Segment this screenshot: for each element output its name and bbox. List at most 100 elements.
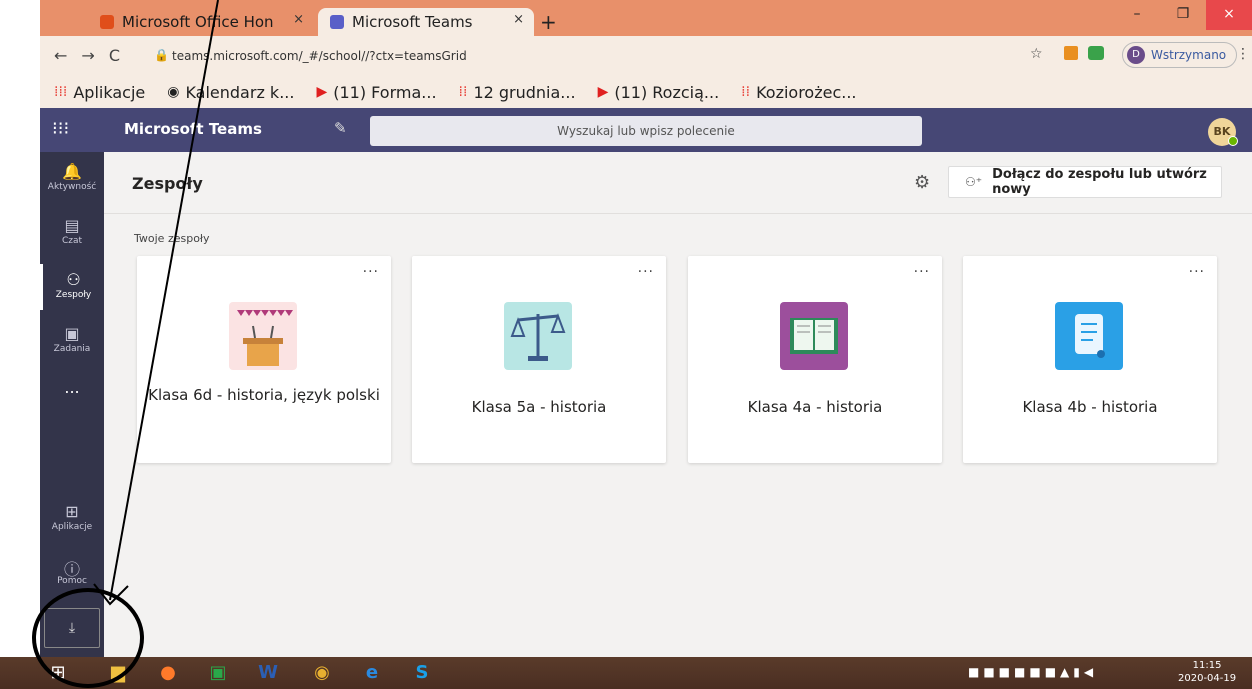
bookmark-label: (11) Rozcią... [614,82,720,102]
rail-label: Czat [61,236,83,246]
rail-more-button[interactable]: ... [40,378,104,397]
teams-icon [330,15,344,29]
main-content: Zespoły ⚙ ⚇⁺ Dołącz do zespołu lub utwór… [104,152,1252,657]
bookmark-forma[interactable]: ▶ (11) Forma... [316,83,436,102]
team-name: Klasa 5a - historia [471,398,607,416]
download-app-button[interactable]: ⤓ [44,608,100,648]
team-name: Klasa 4b - historia [1022,398,1158,416]
join-button-label: Dołącz do zespołu lub utwórz nowy [992,167,1207,197]
tab-teams[interactable]: Microsoft Teams × [318,8,534,36]
bell-icon: 🔔 [62,162,82,181]
team-tile-scales-icon [504,302,572,370]
left-rail: 🔔 Aktywność ▤ Czat ⚇ Zespoły ▣ Zadania .… [40,152,104,657]
bookmark-rozcia[interactable]: ▶ (11) Rozcią... [598,83,720,102]
team-card[interactable]: ··· Klasa 6d - historia, język polski [137,256,391,463]
start-button-icon[interactable]: ⊞ [36,657,80,689]
search-input[interactable]: Wyszukaj lub wpisz polecenie [370,116,922,146]
team-name: Klasa 4a - historia [747,398,883,416]
gear-icon[interactable]: ⚙ [914,172,930,193]
youtube-icon: ▶ [597,84,609,100]
app-title: Microsoft Teams [124,120,262,138]
join-team-button[interactable]: ⚇⁺ Dołącz do zespołu lub utwórz nowy [948,166,1222,198]
rail-label: Pomoc [57,576,87,586]
bookmark-koziorozec[interactable]: ⁞⁞ Koziorożec... [741,83,856,102]
status-dot-icon [1228,136,1238,146]
team-tile-book-icon [780,302,848,370]
nav-buttons[interactable]: ←→C [54,46,134,65]
profile-label: Wstrzymano [1151,48,1227,62]
download-icon: ⤓ [68,620,76,636]
team-card[interactable]: ··· Klasa 4b - historia [963,256,1217,463]
close-window-button[interactable]: × [1206,0,1252,30]
new-tab-button[interactable]: + [540,10,557,34]
rail-item-teams[interactable]: ⚇ Zespoły [40,264,104,310]
rail-label: Aplikacje [51,522,93,532]
compose-icon[interactable]: ✎ [334,119,347,137]
more-options-icon[interactable]: ··· [914,264,930,280]
browser-menu-icon[interactable]: ⋮ [1236,46,1250,62]
address-row: ←→C 🔒 teams.microsoft.com/_#/school//?ct… [40,36,1252,76]
page-title: Zespoły [132,174,203,193]
teams-icon: ⚇ [66,270,81,289]
more-options-icon[interactable]: ··· [1189,264,1205,280]
clock-date: 2020-04-19 [1178,673,1237,684]
clock[interactable]: 11:15 2020-04-19 [1178,659,1236,685]
bookmark-star-icon[interactable]: ☆ [1030,46,1043,62]
rail-item-activity[interactable]: 🔔 Aktywność [40,162,104,192]
rail-item-chat[interactable]: ▤ Czat [40,216,104,246]
tab-title: Microsoft Office Hon [122,13,274,31]
maximize-button[interactable]: ❐ [1160,0,1206,30]
close-tab-icon[interactable]: × [513,12,524,27]
rail-label: Zespoły [55,290,92,300]
extension-icon[interactable] [1064,46,1078,60]
bookmark-label: (11) Forma... [333,82,437,102]
teams-header: ⁝⁝⁝ Microsoft Teams ✎ Wyszukaj lub wpisz… [40,108,1252,152]
skype-icon[interactable]: S [400,657,444,689]
rail-item-help[interactable]: ⓘ Pomoc [40,556,104,586]
bookmarks-bar: ⁞⁞⁞ Aplikacje ◉ Kalendarz k... ▶ (11) Forma… [40,76,1252,108]
bookmark-kalendarz[interactable]: ◉ Kalendarz k... [167,83,294,102]
help-icon: ⓘ [63,560,80,579]
tab-office[interactable]: Microsoft Office Hon × [88,8,314,36]
firefox-icon[interactable]: ● [146,657,190,689]
minimize-button[interactable]: – [1114,0,1160,30]
ie-icon[interactable]: e [350,657,394,689]
extension-icon[interactable] [1088,46,1104,60]
dots-icon: ⁞⁞ [741,84,751,100]
system-tray[interactable]: ■■■■■■▲▮◀ [968,665,1097,679]
team-tile-podium-icon [229,302,297,370]
bookmark-label: Aplikacje [73,82,146,102]
app-launcher-icon[interactable]: ⁝⁝⁝ [52,118,69,139]
more-options-icon[interactable]: ··· [363,264,379,280]
profile-avatar: D [1127,46,1145,64]
close-tab-icon[interactable]: × [293,12,304,27]
more-options-icon[interactable]: ··· [638,264,654,280]
omnibox[interactable]: 🔒 teams.microsoft.com/_#/school//?ctx=te… [140,42,1010,70]
lock-icon: 🔒 [154,48,169,62]
rail-item-apps[interactable]: ⊞ Aplikacje [40,502,104,532]
rail-label: Zadania [53,344,91,354]
apps-icon: ⊞ [65,502,79,521]
window-controls: – ❐ × [1114,0,1252,30]
bookmark-aplikacje[interactable]: ⁞⁞⁞ Aplikacje [54,83,145,102]
file-explorer-icon[interactable]: ▆ [96,657,140,689]
bookmark-label: Kalendarz k... [185,82,295,102]
chat-icon: ▤ [64,216,80,235]
rail-item-assignments[interactable]: ▣ Zadania [40,324,104,354]
browser-tabstrip: Microsoft Office Hon × Microsoft Teams ×… [40,0,1252,36]
profile-button[interactable]: D Wstrzymano [1122,42,1238,68]
word-icon[interactable]: W [246,657,290,689]
store-icon[interactable]: ▣ [196,657,240,689]
youtube-icon: ▶ [316,84,328,100]
bookmark-label: 12 grudnia... [473,82,576,102]
team-card[interactable]: ··· Klasa 5a - historia [412,256,666,463]
dots-icon: ⁞⁞ [458,84,468,100]
team-name: Klasa 6d - historia, język polski [148,386,380,404]
team-card[interactable]: ··· Klasa 4a - historia [688,256,942,463]
chrome-icon[interactable]: ◉ [300,657,344,689]
apps-grid-icon: ⁞⁞⁞ [54,84,68,100]
bookmark-label: Koziorożec... [756,82,857,102]
main-header: Zespoły ⚙ ⚇⁺ Dołącz do zespołu lub utwór… [104,152,1252,214]
bookmark-grudnia[interactable]: ⁞⁞ 12 grudnia... [459,83,576,102]
team-tile-scroll-icon [1055,302,1123,370]
